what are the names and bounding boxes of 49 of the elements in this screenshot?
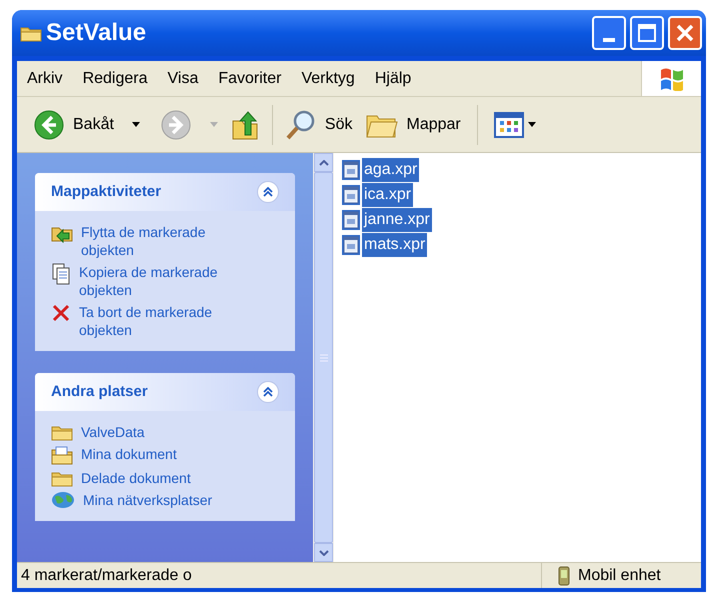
status-text: 4 markerat/markerade o bbox=[20, 566, 193, 586]
collapse-button[interactable] bbox=[257, 381, 279, 403]
file-icon bbox=[342, 210, 360, 230]
task-link[interactable]: Ta bort de markerade objekten bbox=[79, 303, 259, 339]
double-chevron-up-icon bbox=[263, 187, 273, 197]
folder-document-icon bbox=[51, 445, 73, 465]
file-icon bbox=[342, 234, 360, 254]
double-chevron-up-icon bbox=[263, 387, 273, 397]
panel-title: Andra platser bbox=[51, 382, 148, 402]
windows-logo-icon bbox=[658, 66, 684, 90]
close-icon bbox=[51, 303, 71, 323]
file-name[interactable]: aga.xpr bbox=[362, 158, 420, 182]
menu-item[interactable]: Redigera bbox=[72, 66, 158, 90]
task-link[interactable]: Delade dokument bbox=[81, 469, 261, 487]
close-button[interactable] bbox=[668, 16, 702, 50]
folder-up-icon bbox=[230, 108, 260, 140]
panel-title: Mappaktiviteter bbox=[51, 182, 162, 202]
views-icon bbox=[494, 110, 538, 138]
task-link[interactable]: Kopiera de markerade objekten bbox=[79, 263, 259, 299]
phone-icon bbox=[558, 566, 570, 586]
file-icon bbox=[342, 184, 360, 204]
file-icon bbox=[342, 160, 360, 180]
file-name[interactable]: mats.xpr bbox=[362, 232, 428, 256]
menu-item[interactable]: Arkiv bbox=[17, 66, 73, 90]
back-button[interactable]: Bakåt bbox=[29, 102, 148, 146]
documents-icon bbox=[51, 263, 71, 285]
minimize-icon bbox=[603, 38, 615, 42]
search-icon bbox=[284, 108, 317, 140]
grip-icon bbox=[320, 354, 328, 362]
maximize-button[interactable] bbox=[630, 16, 664, 50]
close-icon bbox=[675, 23, 695, 43]
collapse-button[interactable] bbox=[257, 181, 279, 203]
menu-item[interactable]: Visa bbox=[158, 66, 208, 90]
minimize-button[interactable] bbox=[592, 16, 626, 50]
globe-icon bbox=[51, 491, 75, 509]
search-button[interactable]: Sök bbox=[280, 102, 356, 146]
task-link[interactable]: ValveData bbox=[81, 423, 261, 441]
folders-button[interactable]: Mappar bbox=[360, 102, 465, 146]
menu-item[interactable]: Hjälp bbox=[364, 66, 422, 90]
task-link[interactable]: Mina dokument bbox=[81, 445, 261, 463]
maximize-icon bbox=[638, 24, 656, 42]
menu-item[interactable]: Verktyg bbox=[291, 66, 365, 90]
menu-item[interactable]: Favoriter bbox=[208, 66, 292, 90]
file-name[interactable]: janne.xpr bbox=[362, 208, 432, 232]
file-name[interactable]: ica.xpr bbox=[362, 182, 414, 206]
task-link[interactable]: Flytta de markerade objekten bbox=[81, 223, 261, 259]
window-title: SetValue bbox=[46, 18, 146, 48]
task-link[interactable]: Mina nätverksplatser bbox=[83, 491, 263, 509]
zone-text: Mobil enhet bbox=[578, 566, 661, 586]
